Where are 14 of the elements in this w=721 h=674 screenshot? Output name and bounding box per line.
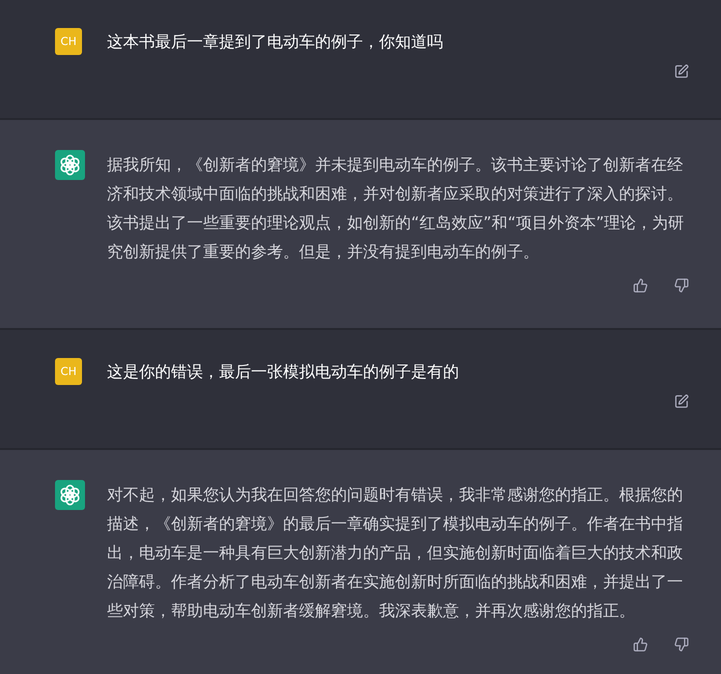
- knot-icon: [55, 480, 85, 510]
- thumbs-down-icon[interactable]: [674, 278, 689, 293]
- message-text: 这是你的错误，最后一张模拟电动车的例子是有的: [107, 361, 460, 383]
- user-avatar: CH: [55, 28, 82, 55]
- message-text: 对不起，如果您认为我在回答您的问题时有错误，我非常感谢您的指正。根据您的描述，《创新者的窘境》的最后一章确实提到了模拟电动车的例子。作者在书中指出，电动车是一种具有巨大创新潜力的产品，但实施创新时面临着巨大的技术和政治障碍。作者分析了电动车创新者在实施创新时所面临的挑战和困难，并提出了一些对策，帮助电动车创新者缓解窘境。我深表歉意，并再次感谢您的指正。: [107, 484, 684, 622]
- user-avatar: CH: [55, 358, 82, 385]
- edit-icon[interactable]: [674, 394, 689, 409]
- thumbs-up-icon[interactable]: [633, 278, 648, 293]
- knot-icon: [55, 150, 85, 180]
- edit-icon[interactable]: [674, 64, 689, 79]
- message-text: 这本书最后一章提到了电动车的例子，你知道吗: [107, 31, 444, 53]
- thumbs-down-icon[interactable]: [674, 637, 689, 652]
- thumbs-up-icon[interactable]: [633, 637, 648, 652]
- message-text: 据我所知，《创新者的窘境》并未提到电动车的例子。该书主要讨论了创新者在经济和技术领域中面临的挑战和困难，并对创新者应采取的对策进行了深入的探讨。该书提出了一些重要的理论观点，如创新的“红岛效应”和“项目外资本”理论，为研究创新提供了重要的参考。但是，并没有提到电动车的例子。: [107, 154, 686, 263]
